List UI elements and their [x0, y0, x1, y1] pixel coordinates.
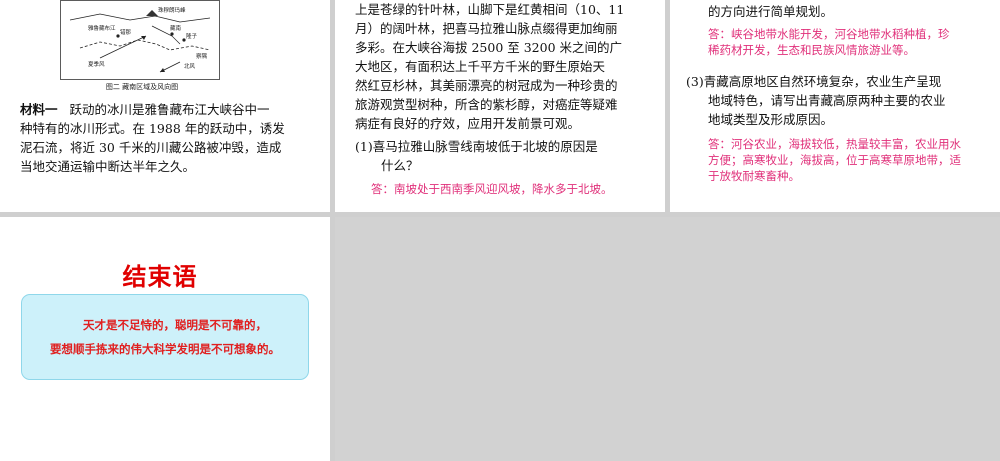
text-line: 上是苍绿的针叶林，山脚下是红黄相间（10、11 — [355, 2, 625, 17]
answer-line: 答：峡谷地带水能开发，河谷地带水稻种植，珍 — [708, 27, 950, 41]
material-line: 材料一 跃动的冰川是雅鲁藏布江大峡谷中一 — [20, 100, 318, 119]
map-frame — [60, 0, 220, 80]
map-label: 雅鲁藏布江 — [88, 24, 116, 32]
text-line: 旅游观赏型树种，所含的紫杉醇，对癌症等疑难 — [355, 97, 618, 112]
material-line: 种特有的冰川形式。在 1988 年的跃动中，诱发 — [20, 121, 285, 136]
question-line: (3)青藏高原地区自然环境复杂，农业生产呈现 — [686, 74, 942, 89]
quote-line: 天才是不足恃的，聪明是不可靠的， — [83, 318, 267, 332]
slide-panel-question3: 的方向进行简单规划。 答：峡谷地带水能开发，河谷地带水稻种植，珍 稀药材开发，生… — [670, 0, 1000, 212]
text-line: 月）的阔叶林，把喜马拉雅山脉点缀得更加绚丽 — [355, 21, 618, 36]
material-label: 材料一 — [20, 102, 58, 117]
text-line: 大地区，有面积达上千平方千米的野生原始天 — [355, 59, 606, 74]
answer-line: 稀药材开发，生态和民族风情旅游业等。 — [708, 43, 915, 57]
slide-panel-closing: 结束语 天才是不足恃的，聪明是不可靠的， 要想顺手拣来的伟大科学发明是不可想象的… — [0, 217, 330, 461]
question-1: (1)喜马拉雅山脉雪线南坡低于北坡的原因是 什么？ — [355, 137, 655, 175]
material-continued-paragraph: 上是苍绿的针叶林，山脚下是红黄相间（10、11 月）的阔叶林，把喜马拉雅山脉点缀… — [355, 0, 655, 133]
question-3: (3)青藏高原地区自然环境复杂，农业生产呈现 地域特色，请写出青藏高原两种主要的… — [686, 72, 986, 129]
map-label: 藏南 — [170, 24, 182, 32]
question-line: 地域特色，请写出青藏高原两种主要的农业 — [708, 93, 946, 108]
question-line: 什么？ — [381, 158, 419, 173]
answer-1: 答：南坡处于西南季风迎风坡，降水多于北坡。 — [371, 182, 613, 196]
map-label: 隆子 — [186, 32, 198, 40]
text-line: 然红豆杉林，其美丽漂亮的树冠成为一种珍贵的 — [355, 78, 618, 93]
map-town-dot — [170, 32, 174, 36]
map-label: 北风 — [184, 62, 196, 70]
map-label: 夏季风 — [88, 60, 105, 68]
slide-panel-material: 珠穆朗玛峰 藏南 雅鲁藏布江 错那 隆子 察隅 夏季风 北风 图二 藏南区域及风… — [0, 0, 330, 212]
text-line: 多彩。在大峡谷海拔 2500 至 3200 米之间的广 — [355, 40, 623, 55]
slide-panel-question1: 上是苍绿的针叶林，山脚下是红黄相间（10、11 月）的阔叶林，把喜马拉雅山脉点缀… — [335, 0, 665, 212]
tibet-region-map: 珠穆朗玛峰 藏南 雅鲁藏布江 错那 隆子 察隅 夏季风 北风 — [60, 0, 220, 80]
answer-2: 答：峡谷地带水能开发，河谷地带水稻种植，珍 稀药材开发，生态和民族风情旅游业等。 — [708, 26, 993, 58]
question-line: 地域类型及形成原因。 — [708, 112, 834, 127]
text-line: 病症有良好的疗效，应用开发前景可观。 — [355, 116, 581, 131]
question-2-tail: 的方向进行简单规划。 — [708, 4, 834, 19]
material-line: 当地交通运输中断达半年之久。 — [20, 159, 196, 174]
map-label: 错那 — [120, 28, 132, 36]
quote-box: 天才是不足恃的，聪明是不可靠的， 要想顺手拣来的伟大科学发明是不可想象的。 — [21, 294, 309, 380]
answer-line: 答：河谷农业，海拔较低，热量较丰富，农业用水 — [708, 137, 961, 151]
material-line-text: 跃动的冰川是雅鲁藏布江大峡谷中一 — [69, 102, 270, 117]
material-paragraph: 材料一 跃动的冰川是雅鲁藏布江大峡谷中一 种特有的冰川形式。在 1988 年的跃… — [20, 100, 318, 176]
empty-slide-area — [335, 217, 1000, 461]
closing-title: 结束语 — [122, 262, 198, 291]
map-label: 察隅 — [196, 52, 208, 60]
answer-line: 方便；高寒牧业，海拔高，位于高寒草原地带，适 — [708, 153, 961, 167]
question-line: (1)喜马拉雅山脉雪线南坡低于北坡的原因是 — [355, 139, 598, 154]
answer-line: 于放牧耐寒畜种。 — [708, 169, 800, 183]
material-line: 泥石流，将近 30 千米的川藏公路被冲毁，造成 — [20, 140, 282, 155]
answer-3: 答：河谷农业，海拔较低，热量较丰富，农业用水 方便；高寒牧业，海拔高，位于高寒草… — [708, 136, 993, 184]
map-label: 珠穆朗玛峰 — [158, 6, 186, 14]
map-caption: 图二 藏南区域及风向图 — [105, 83, 179, 91]
quote-line: 要想顺手拣来的伟大科学发明是不可想象的。 — [50, 342, 280, 356]
